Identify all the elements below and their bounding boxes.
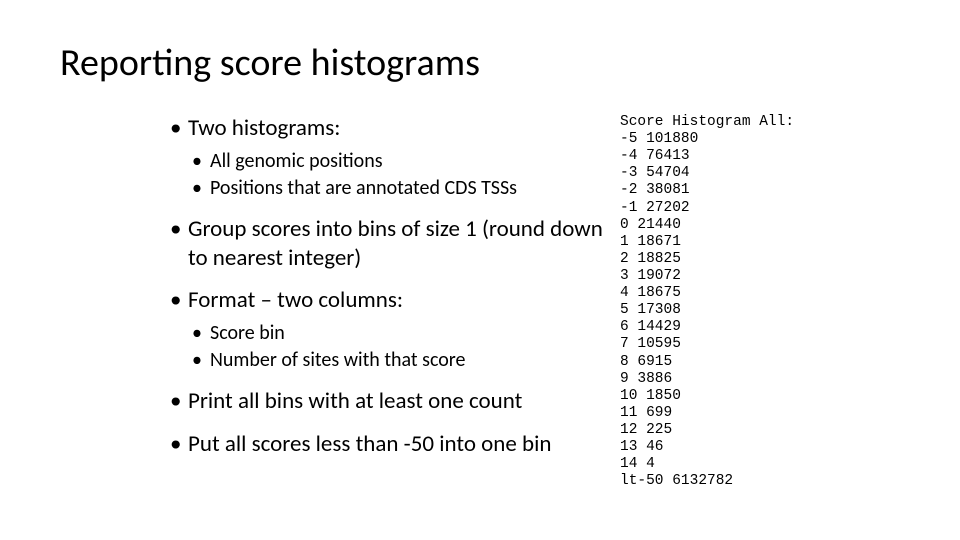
list-group: Print all bins with at least one count	[170, 387, 620, 416]
histogram-row: 6 14429	[620, 319, 681, 335]
histogram-row: -2 38081	[620, 182, 690, 198]
bullet-column: Two histograms: All genomic positions Po…	[60, 114, 620, 490]
slide: Reporting score histograms Two histogram…	[0, 0, 960, 510]
histogram-block: Score Histogram All: -5 101880 -4 76413 …	[620, 114, 900, 490]
list-group: Group scores into bins of size 1 (round …	[170, 215, 620, 273]
histogram-row: 12 225	[620, 422, 672, 438]
bullet-level2: Positions that are annotated CDS TSSs	[192, 176, 620, 201]
histogram-header: Score Histogram All:	[620, 114, 794, 130]
histogram-row: 3 19072	[620, 268, 681, 284]
histogram-row: 9 3886	[620, 371, 672, 387]
histogram-row: -1 27202	[620, 200, 690, 216]
histogram-row: 10 1850	[620, 388, 681, 404]
histogram-row: -5 101880	[620, 131, 698, 147]
bullet-level2: Number of sites with that score	[192, 348, 620, 373]
histogram-row: 1 18671	[620, 234, 681, 250]
content-row: Two histograms: All genomic positions Po…	[60, 114, 900, 490]
list-group: Put all scores less than -50 into one bi…	[170, 430, 620, 459]
bullet-level2: Score bin	[192, 321, 620, 346]
histogram-row: lt-50 6132782	[620, 473, 733, 489]
histogram-row: 13 46	[620, 439, 664, 455]
histogram-row: 5 17308	[620, 302, 681, 318]
list-group: Format – two columns: Score bin Number o…	[170, 286, 620, 373]
histogram-row: 11 699	[620, 405, 672, 421]
bullet-level1: Group scores into bins of size 1 (round …	[170, 215, 620, 273]
histogram-column: Score Histogram All: -5 101880 -4 76413 …	[620, 114, 900, 490]
histogram-row: 8 6915	[620, 354, 672, 370]
bullet-level1: Print all bins with at least one count	[170, 387, 620, 416]
bullet-level1: Two histograms:	[170, 114, 620, 143]
bullet-list: Two histograms: All genomic positions Po…	[170, 114, 620, 459]
histogram-row: 14 4	[620, 456, 655, 472]
histogram-row: 4 18675	[620, 285, 681, 301]
list-group: Two histograms: All genomic positions Po…	[170, 114, 620, 201]
histogram-row: 2 18825	[620, 251, 681, 267]
page-title: Reporting score histograms	[60, 40, 900, 86]
histogram-row: 7 10595	[620, 336, 681, 352]
bullet-level1: Format – two columns:	[170, 286, 620, 315]
bullet-level1: Put all scores less than -50 into one bi…	[170, 430, 620, 459]
histogram-row: -3 54704	[620, 165, 690, 181]
histogram-row: 0 21440	[620, 217, 681, 233]
bullet-level2: All genomic positions	[192, 149, 620, 174]
histogram-row: -4 76413	[620, 148, 690, 164]
